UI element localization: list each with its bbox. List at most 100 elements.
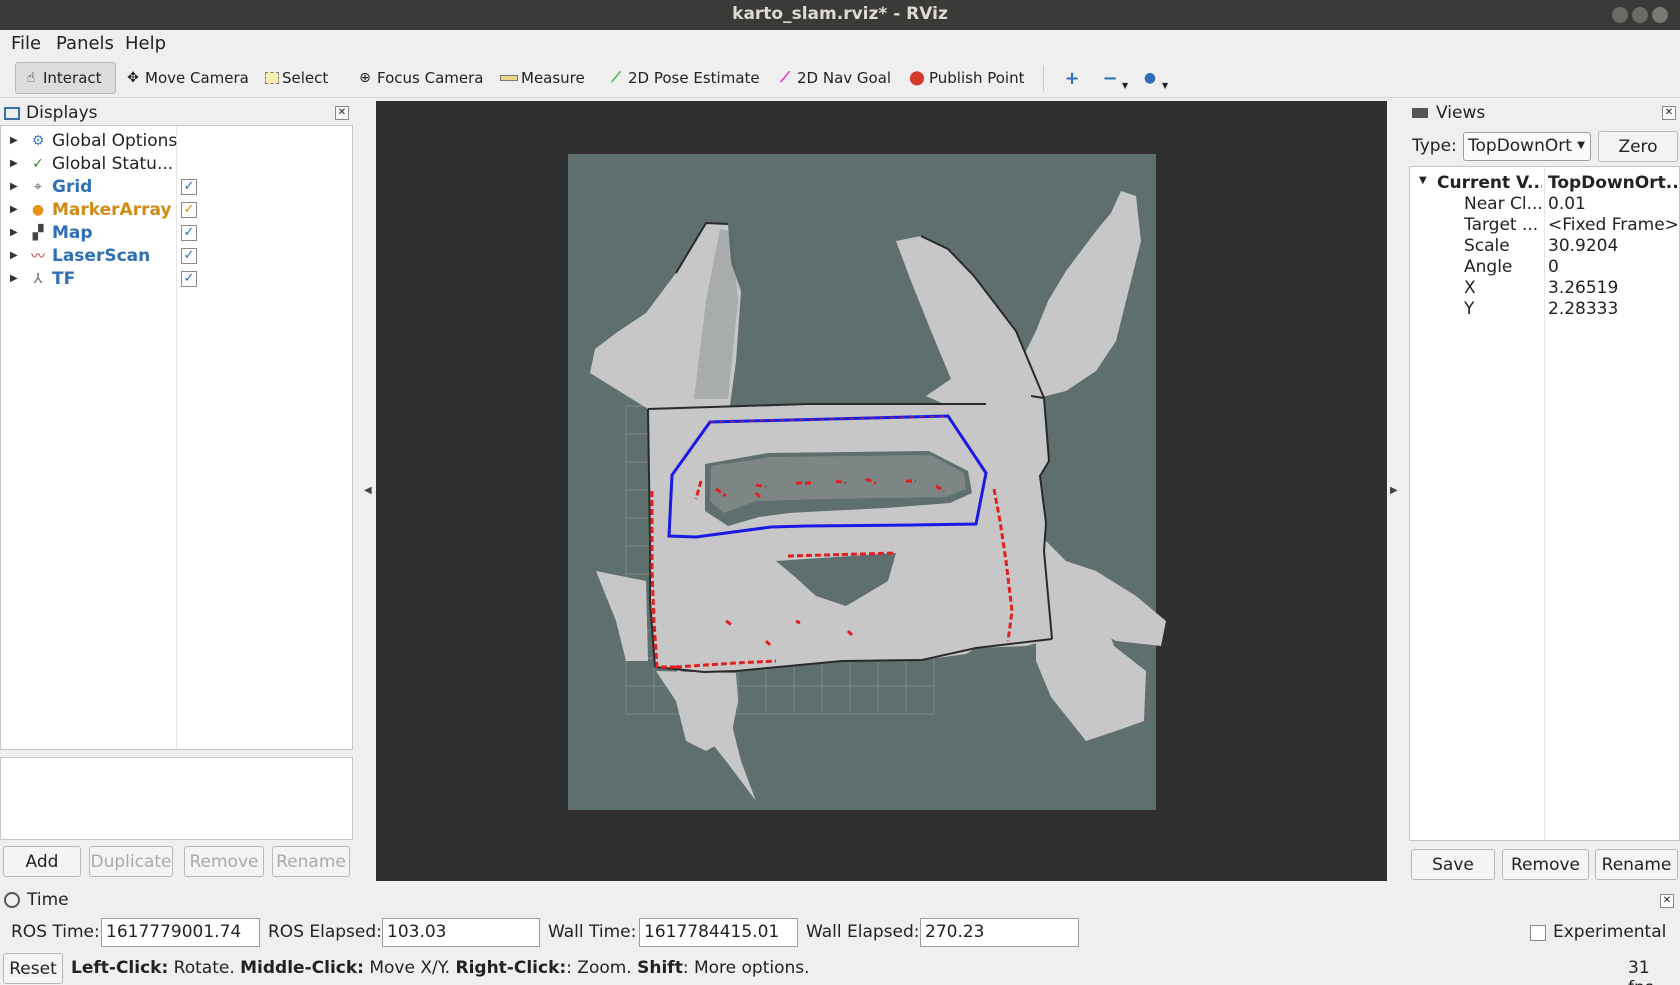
interact-tool[interactable]: ☝ Interact [15, 62, 116, 94]
add-display-button[interactable]: Add [3, 846, 81, 877]
maximize-icon[interactable] [1632, 7, 1648, 23]
tree-row-map[interactable]: ▶ ▞ Map ✓ [1, 221, 352, 244]
tree-row-laserscan[interactable]: ▶ 〰 LaserScan ✓ [1, 244, 352, 267]
tree-row-global-status[interactable]: ▶ ✓ Global Statu... [1, 152, 352, 175]
collapse-left-icon[interactable]: ◀ [364, 485, 372, 496]
display-description-box [0, 757, 353, 840]
prop-row-scale[interactable]: Scale 30.9204 [1410, 236, 1679, 257]
hand-icon: ☝ [26, 70, 36, 86]
left-click-text: Rotate. [168, 958, 241, 978]
prop-row-target[interactable]: Target ... <Fixed Frame> [1410, 215, 1679, 236]
prop-row-near-clip[interactable]: Near Cl... 0.01 [1410, 194, 1679, 215]
move-camera-tool[interactable]: ✥ Move Camera [118, 62, 255, 94]
prop-value[interactable]: 0 [1548, 257, 1678, 277]
tree-row-global-options[interactable]: ▶ ⚙ Global Options [1, 129, 352, 152]
prop-value[interactable]: 30.9204 [1548, 236, 1678, 256]
gear-icon: ⚙ [31, 132, 45, 149]
toolbar-separator [1043, 66, 1044, 92]
checkmark-icon: ✓ [32, 155, 44, 172]
remove-view-button[interactable]: Remove [1502, 849, 1589, 880]
add-tool-button[interactable]: + [1057, 62, 1090, 94]
close-panel-icon[interactable]: ✕ [1662, 106, 1676, 120]
expand-arrow-icon[interactable]: ▶ [10, 158, 18, 169]
view-options-button[interactable]: ● ▼ [1135, 62, 1174, 94]
render-viewport[interactable] [376, 101, 1387, 881]
expand-arrow-icon[interactable]: ▶ [10, 181, 18, 192]
ros-elapsed-label: ROS Elapsed: [268, 922, 382, 942]
view-type-value: TopDownOrt [1468, 136, 1572, 156]
ruler-icon [500, 75, 518, 81]
menu-help[interactable]: Help [125, 33, 166, 54]
nav-goal-tool[interactable]: ⟋ 2D Nav Goal [770, 62, 897, 94]
duplicate-display-button[interactable]: Duplicate [89, 846, 173, 877]
expand-arrow-icon[interactable]: ▶ [10, 204, 18, 215]
ros-elapsed-field[interactable]: 103.03 [382, 918, 540, 947]
ros-time-label: ROS Time: [11, 922, 100, 942]
menu-file[interactable]: File [11, 33, 41, 54]
wall-time-field[interactable]: 1617784415.01 [639, 918, 798, 947]
expand-arrow-icon[interactable]: ▶ [10, 227, 18, 238]
displays-title: Displays [26, 103, 98, 123]
prop-row-x[interactable]: X 3.26519 [1410, 278, 1679, 299]
tree-row-grid[interactable]: ▶ ⌖ Grid ✓ [1, 175, 352, 198]
enable-checkbox[interactable]: ✓ [181, 247, 197, 264]
time-fields-row: ROS Time: 1617779001.74 ROS Elapsed: 103… [0, 917, 1680, 949]
tree-label: Global Statu... [52, 153, 174, 174]
tree-row-current-view[interactable]: ▼ Current V... TopDownOrt... [1410, 173, 1679, 194]
prop-key: Y [1464, 299, 1475, 319]
rename-view-button[interactable]: Rename [1595, 849, 1678, 880]
enable-checkbox[interactable]: ✓ [181, 224, 197, 241]
expand-arrow-icon[interactable]: ▶ [10, 250, 18, 261]
menu-panels[interactable]: Panels [56, 33, 114, 54]
zero-button[interactable]: Zero [1598, 131, 1678, 162]
prop-row-y[interactable]: Y 2.28333 [1410, 299, 1679, 320]
focus-camera-tool[interactable]: ⊕ Focus Camera [350, 62, 489, 94]
expand-arrow-icon[interactable]: ▶ [10, 273, 18, 284]
collapse-arrow-icon[interactable]: ▼ [1419, 175, 1427, 186]
prop-row-angle[interactable]: Angle 0 [1410, 257, 1679, 278]
collapse-right-icon[interactable]: ▶ [1390, 485, 1398, 496]
close-panel-icon[interactable]: ✕ [1660, 894, 1674, 908]
expand-arrow-icon[interactable]: ▶ [10, 135, 18, 146]
prop-key: Scale [1464, 236, 1510, 256]
wall-elapsed-field[interactable]: 270.23 [920, 918, 1079, 947]
prop-value[interactable]: <Fixed Frame> [1548, 215, 1678, 235]
pose-estimate-tool[interactable]: ⟋ 2D Pose Estimate [601, 62, 766, 94]
grid-icon: ⌖ [34, 178, 42, 195]
enable-checkbox[interactable]: ✓ [181, 178, 197, 195]
toolbar: ☝ Interact ✥ Move Camera Select ⊕ Focus … [0, 58, 1680, 98]
save-view-button[interactable]: Save [1411, 849, 1495, 880]
status-bar: Reset Left-Click: Rotate. Middle-Click: … [0, 951, 1680, 985]
laser-icon: 〰 [31, 248, 45, 265]
enable-checkbox[interactable]: ✓ [181, 270, 197, 287]
map-pin-icon: ⬤ [909, 70, 925, 86]
tree-row-markerarray[interactable]: ▶ ● MarkerArray ✓ [1, 198, 352, 221]
right-click-key: Right-Click: [455, 958, 567, 978]
rename-display-button[interactable]: Rename [272, 846, 350, 877]
ros-time-field[interactable]: 1617779001.74 [101, 918, 260, 947]
close-panel-icon[interactable]: ✕ [335, 106, 349, 120]
nav-goal-label: 2D Nav Goal [797, 69, 892, 87]
enable-checkbox[interactable]: ✓ [181, 201, 197, 218]
mouse-help-text: Left-Click: Rotate. Middle-Click: Move X… [71, 958, 810, 978]
window-title: karto_slam.rviz* - RViz [732, 4, 948, 24]
experimental-checkbox[interactable] [1530, 925, 1546, 941]
view-type-select[interactable]: TopDownOrt ▼ [1463, 132, 1591, 161]
dropdown-arrow-icon: ▼ [1162, 80, 1169, 90]
remove-display-button[interactable]: Remove [184, 846, 264, 877]
tree-label: Global Options [52, 130, 178, 151]
tree-row-tf[interactable]: ▶ ⅄ TF ✓ [1, 267, 352, 290]
tree-label: LaserScan [52, 245, 151, 266]
reset-button[interactable]: Reset [3, 953, 63, 984]
prop-value[interactable]: 3.26519 [1548, 278, 1678, 298]
close-icon[interactable] [1652, 7, 1668, 23]
middle-click-text: Move X/Y. [363, 958, 456, 978]
publish-point-tool[interactable]: ⬤ Publish Point [902, 62, 1030, 94]
prop-value[interactable]: 0.01 [1548, 194, 1678, 214]
select-tool[interactable]: Select [259, 62, 334, 94]
minimize-icon[interactable] [1612, 7, 1628, 23]
prop-value[interactable]: 2.28333 [1548, 299, 1678, 319]
map-view [568, 154, 1166, 810]
remove-tool-button[interactable]: − ▼ [1095, 62, 1134, 94]
measure-tool[interactable]: Measure [494, 62, 591, 94]
